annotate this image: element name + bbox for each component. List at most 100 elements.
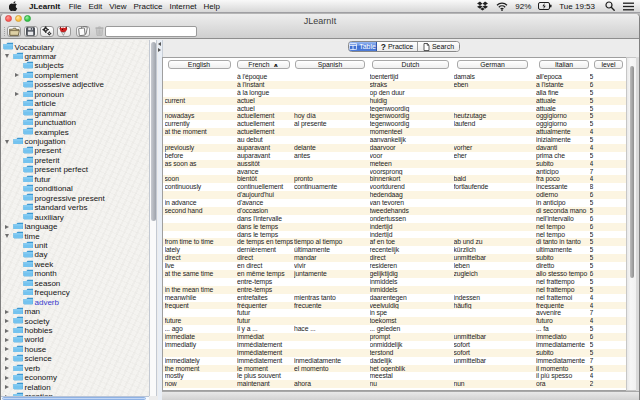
wifi-icon[interactable] (496, 2, 508, 11)
tab-search[interactable]: Search (418, 42, 459, 51)
column-header-french[interactable]: French∧ (237, 60, 290, 69)
menubar-clock[interactable]: Tue 19:53 (559, 2, 595, 11)
table-row[interactable]: immediateimmédiatpromptunmittelbarimmedi… (163, 333, 626, 341)
tree-item-month[interactable]: month (1, 269, 149, 278)
column-header-italian[interactable]: Italian (539, 60, 589, 69)
table-row[interactable]: meanwhileentrefaitesmientras tantodaaren… (163, 294, 626, 302)
table-row[interactable]: nowmaintenantahoranununora2 (163, 380, 626, 388)
expand-arrow-icon[interactable] (5, 357, 9, 361)
table-row[interactable]: nowadaysactuellementhoy díategenwoordigh… (163, 112, 626, 120)
table-row[interactable]: dans le tempsindertijdnel tempo6 (163, 223, 626, 231)
tree-item-day[interactable]: day (1, 250, 149, 259)
menubar-app-name[interactable]: JLearnIt (29, 2, 60, 11)
tab-table[interactable]: Table (349, 42, 377, 51)
table-row[interactable]: mostlyle plus souventmeestalil più spess… (163, 372, 626, 380)
column-header-dutch[interactable]: Dutch (372, 60, 449, 69)
tree-item-conditional[interactable]: conditional (1, 184, 149, 193)
tree-item-Vocabulary[interactable]: Vocabulary (1, 42, 149, 51)
expand-arrow-icon[interactable] (5, 385, 9, 389)
tree-item-society[interactable]: society (1, 316, 149, 325)
tree-item-language[interactable]: language (1, 222, 149, 231)
table-row[interactable]: actueltegenwoordigattuale5 (163, 105, 626, 113)
menu-item-file[interactable]: File (69, 2, 82, 11)
table-row[interactable]: liveen directvivirresiderenlebendiretto5 (163, 262, 626, 270)
expand-arrow-icon[interactable] (5, 329, 9, 333)
column-header-level[interactable]: level (594, 60, 623, 69)
tree-item-punctuation[interactable]: punctuation (1, 118, 149, 127)
tree-item-science[interactable]: science (1, 354, 149, 363)
tree-item-grammar[interactable]: grammar (1, 52, 149, 61)
table-row[interactable]: currentactuelhuidigattuale5 (163, 97, 626, 105)
tree-item-present-perfect[interactable]: present perfect (1, 165, 149, 174)
table-row[interactable]: in the mean timeentre-tempsinmiddelsnel … (163, 286, 626, 294)
open-button[interactable] (7, 26, 21, 38)
tree-item-week[interactable]: week (1, 260, 149, 269)
tree-item-grammar[interactable]: grammar (1, 108, 149, 117)
tree-horizontal-scrollbar[interactable] (1, 396, 149, 400)
tree-item-preterit[interactable]: preterit (1, 156, 149, 165)
tree-item-possesive-adjective[interactable]: possesive adjective (1, 80, 149, 89)
table-row[interactable]: previouslyauparavantdelantedaarvoorvorhe… (163, 144, 626, 152)
toolbar-search-input[interactable] (105, 26, 197, 37)
tree-item-world[interactable]: world (1, 335, 149, 344)
table-row[interactable]: as soon asaussitôtmeteensubito4 (163, 160, 626, 168)
menu-item-help[interactable]: Help (204, 2, 220, 11)
tree-item-unit[interactable]: unit (1, 241, 149, 250)
table-row[interactable]: immédiatementterstondsofortsubito5 (163, 349, 626, 357)
table-row[interactable]: the momentle momentel momentohet ogenbli… (163, 365, 626, 373)
settings-button[interactable] (40, 26, 54, 38)
tree-item-adverb[interactable]: adverb (1, 297, 149, 306)
menu-item-edit[interactable]: Edit (89, 2, 103, 11)
column-header-english[interactable]: English (168, 60, 231, 69)
table-row[interactable]: from time to timede temps en tempstiempo… (163, 238, 626, 246)
tree-item-man[interactable]: man (1, 307, 149, 316)
expand-arrow-icon[interactable] (15, 92, 19, 96)
dropbox-icon[interactable] (477, 1, 488, 11)
tree-item-relation[interactable]: relation (1, 383, 149, 392)
table-row[interactable]: à l'instantstraksebena l'istante6 (163, 81, 626, 89)
expand-arrow-icon[interactable] (5, 347, 9, 351)
table-vertical-scrollbar[interactable] (626, 57, 636, 391)
tree-item-examples[interactable]: examples (1, 127, 149, 136)
menu-item-view[interactable]: View (109, 2, 126, 11)
tree-item-verb[interactable]: verb (1, 364, 149, 373)
delete-button[interactable] (92, 26, 106, 38)
tree-item-house[interactable]: house (1, 345, 149, 354)
table-row[interactable]: avancevoorspronganticipo7 (163, 168, 626, 176)
apple-logo-icon[interactable] (9, 1, 18, 11)
splitter-collapse-left-icon[interactable] (158, 42, 161, 46)
logo-button[interactable] (57, 26, 71, 38)
table-row[interactable]: au debutaanvankelijkinizialmente5 (163, 136, 626, 144)
table-row[interactable]: at the momentactuellementmomenteelattual… (163, 128, 626, 136)
tab-practice[interactable]: ?Practice (377, 42, 418, 51)
table-row[interactable]: dans l'intervalleondertussennell'interva… (163, 215, 626, 223)
table-vertical-scrollbar-thumb[interactable] (630, 66, 634, 278)
tree-item-pronoun[interactable]: pronoun (1, 90, 149, 99)
notification-center-icon[interactable] (623, 2, 634, 11)
battery-charging-icon[interactable] (538, 2, 552, 10)
tree-item-auxiliary[interactable]: auxiliary (1, 212, 149, 221)
tree-item-subjects[interactable]: subjects (1, 61, 149, 70)
column-header-german[interactable]: German (457, 60, 528, 69)
table-row[interactable]: directdirectmandardirectunmittelbarsubit… (163, 254, 626, 262)
tree-item-hobbies[interactable]: hobbies (1, 326, 149, 335)
expand-arrow-icon[interactable] (5, 376, 9, 380)
table-row[interactable]: soonbientôtprontobinnenkortbaldfra poco4 (163, 175, 626, 183)
expand-arrow-icon[interactable] (15, 73, 19, 77)
table-row[interactable]: at the same timeen même tempsjuntamenteg… (163, 270, 626, 278)
column-header-spanish[interactable]: Spanish (295, 60, 365, 69)
tree-item-present[interactable]: present (1, 146, 149, 155)
table-row[interactable]: à la longueop den duuralla fine5 (163, 89, 626, 97)
table-row[interactable]: latelydernièrementúltimamenterecentelijk… (163, 246, 626, 254)
table-row[interactable]: in advanced'avancevan tevorenin anticipo… (163, 199, 626, 207)
collapse-arrow-icon[interactable] (5, 54, 9, 58)
table-row[interactable]: beforeauparavantantesvooreherprima che5 (163, 152, 626, 160)
tree-vertical-scrollbar-thumb[interactable] (151, 42, 156, 221)
expand-arrow-icon[interactable] (5, 366, 9, 370)
collapse-arrow-icon[interactable] (5, 234, 9, 238)
table-row[interactable]: second handd'occasiontweedehandsdi secon… (163, 207, 626, 215)
copy-button[interactable] (76, 26, 90, 38)
tree-item-economy[interactable]: economy (1, 373, 149, 382)
menu-item-internet[interactable]: Internet (169, 2, 196, 11)
table-row[interactable]: ... agoil y a ...hace ...... geleden... … (163, 325, 626, 333)
